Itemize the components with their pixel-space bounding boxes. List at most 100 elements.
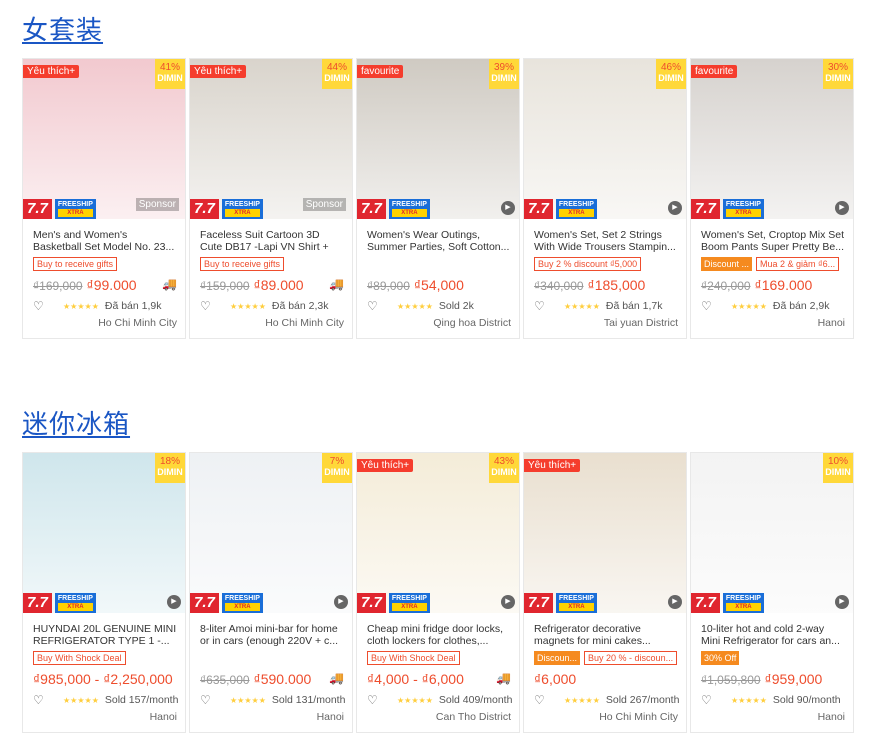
freeship-text: FREESHIP [224,201,260,208]
product-image[interactable]: 46% DIMIN 7.7 FREESHIP XTRA ▶ [524,59,686,219]
discount-percent: 39% [493,62,514,73]
shop-location: Can Tho District [435,711,511,723]
original-price: ₫240,000 [701,279,751,293]
video-play-icon[interactable]: ▶ [835,201,849,215]
rating-line: ♡ ★★★★★ Đã bán 1,7k [534,299,686,313]
product-card[interactable]: Yêu thích+ 7.7 FREESHIP XTRA ▶ Refrigerator d… [523,452,687,733]
freeship-label: FREESHIP XTRA [722,593,764,613]
price-line: ₫4,000 - ₫6,000 🚚 [367,671,519,687]
product-card[interactable]: favourite 39% DIMIN 7.7 FREESHIP XTRA ▶ Women's… [356,58,520,339]
video-play-icon[interactable]: ▶ [668,201,682,215]
video-play-icon[interactable]: ▶ [501,201,515,215]
product-card[interactable]: 7% DIMIN 7.7 FREESHIP XTRA ▶ 8-liter Amoi mini… [189,452,353,733]
shop-location: Qing hoa District [433,317,511,329]
shop-location: Ho Chi Minh City [599,711,678,723]
promo-badges: Buy With Shock Deal [367,651,519,665]
product-image[interactable]: favourite 30% DIMIN 7.7 FREESHIP XTRA ▶ [691,59,853,219]
product-name[interactable]: 10-liter hot and cold 2-way Mini Refrige… [701,623,845,647]
product-image[interactable]: Yêu thích+ 43% DIMIN 7.7 FREESHIP XTRA ▶ [357,453,519,613]
heart-icon[interactable]: ♡ [534,299,564,313]
original-price: ₫340,000 [534,279,584,293]
sold-count: Sold 157/month [104,694,179,706]
promo-banner: 7.7 FREESHIP XTRA [524,593,686,613]
product-name[interactable]: Refrigerator decorative magnets for mini… [534,623,678,647]
heart-icon[interactable]: ♡ [200,299,230,313]
freeship-text: FREESHIP [725,201,761,208]
sale-label: 7.7 [190,593,219,613]
product-name[interactable]: 8-liter Amoi mini-bar for home or in car… [200,623,344,647]
heart-icon[interactable]: ♡ [701,299,731,313]
video-play-icon[interactable]: ▶ [334,595,348,609]
video-play-icon[interactable]: ▶ [668,595,682,609]
product-name[interactable]: Faceless Suit Cartoon 3D Cute DB17 -Lapi… [200,229,344,253]
original-price: ₫635,000 [200,673,250,687]
sold-count: Sold 267/month [605,694,680,706]
discount-badge: 7% DIMIN [322,453,352,483]
product-image[interactable]: Yêu thích+ 7.7 FREESHIP XTRA ▶ [524,453,686,613]
shop-location: Hanoi [316,711,344,723]
discount-badge: 10% DIMIN [823,453,853,483]
product-name[interactable]: HUYNDAI 20L GENUINE MINI REFRIGERATOR TY… [33,623,177,647]
product-name[interactable]: Women's Set, Croptop Mix Set Boom Pants … [701,229,845,253]
sale-label: 7.7 [691,199,720,219]
freeship-label: FREESHIP XTRA [722,199,764,219]
freeship-label: FREESHIP XTRA [221,199,263,219]
discount-badge: 41% DIMIN [155,59,185,89]
promo-badges: Buy With Shock Deal [33,651,185,665]
product-image[interactable]: 7% DIMIN 7.7 FREESHIP XTRA ▶ [190,453,352,613]
freeship-text: FREESHIP [558,595,594,602]
product-image[interactable]: Yêu thích+ 41% DIMIN 7.7 FREESHIP XTRA Sponsor [23,59,185,219]
heart-icon[interactable]: ♡ [33,693,63,707]
freeship-label: FREESHIP XTRA [388,199,430,219]
freeship-label: FREESHIP XTRA [555,199,597,219]
promo-badge: Buy to receive gifts [33,257,118,271]
discount-percent: 18% [159,456,180,467]
section-title-2[interactable]: 迷你冰箱 [22,404,130,441]
rating-line: ♡ ★★★★★ Đã bán 2,9k [701,299,853,313]
video-play-icon[interactable]: ▶ [167,595,181,609]
favourite-tag: Yêu thích+ [23,65,80,78]
shop-location: Hanoi [149,711,177,723]
heart-icon[interactable]: ♡ [534,693,564,707]
sale-label: 7.7 [23,593,52,613]
product-card[interactable]: Yêu thích+ 43% DIMIN 7.7 FREESHIP XTRA ▶ Cheap … [356,452,520,733]
heart-icon[interactable]: ♡ [367,693,397,707]
product-name[interactable]: Men's and Women's Basketball Set Model N… [33,229,177,253]
product-photo [524,453,686,613]
product-card[interactable]: Yêu thích+ 41% DIMIN 7.7 FREESHIP XTRA Sponsor… [22,58,186,339]
product-card[interactable]: 46% DIMIN 7.7 FREESHIP XTRA ▶ Women's Set, Set… [523,58,687,339]
product-image[interactable]: 18% DIMIN 7.7 FREESHIP XTRA ▶ [23,453,185,613]
rating-line: ♡ ★★★★★ Sold 267/month [534,693,686,707]
xtra-text: XTRA [391,603,427,611]
star-rating: ★★★★★ [63,695,99,705]
star-rating: ★★★★★ [731,301,767,311]
product-image[interactable]: 10% DIMIN 7.7 FREESHIP XTRA ▶ [691,453,853,613]
free-shipping-icon: 🚚 [329,671,344,685]
promo-banner: 7.7 FREESHIP XTRA [357,199,519,219]
product-image[interactable]: favourite 39% DIMIN 7.7 FREESHIP XTRA ▶ [357,59,519,219]
product-card[interactable]: 10% DIMIN 7.7 FREESHIP XTRA ▶ 10-liter hot and… [690,452,854,733]
product-card[interactable]: 18% DIMIN 7.7 FREESHIP XTRA ▶ HUYNDAI 20L GENU… [22,452,186,733]
heart-icon[interactable]: ♡ [701,693,731,707]
product-name[interactable]: Women's Set, Set 2 Strings With Wide Tro… [534,229,678,253]
sale-label: 7.7 [524,199,553,219]
product-card[interactable]: favourite 30% DIMIN 7.7 FREESHIP XTRA ▶ Women's… [690,58,854,339]
discount-percent: 10% [827,456,848,467]
promo-badges: Buy 2 % discount ₫5,000 [534,257,686,271]
section-title-1[interactable]: 女套装 [22,10,103,47]
heart-icon[interactable]: ♡ [33,299,63,313]
heart-icon[interactable]: ♡ [367,299,397,313]
sale-price: ₫54,000 [413,277,464,293]
product-card[interactable]: Yêu thích+ 44% DIMIN 7.7 FREESHIP XTRA Sponsor… [189,58,353,339]
star-rating: ★★★★★ [731,695,767,705]
discount-label: DIMIN [324,467,350,477]
product-name[interactable]: Cheap mini fridge door locks, cloth lock… [367,623,511,647]
heart-icon[interactable]: ♡ [200,693,230,707]
product-name[interactable]: Women's Wear Outings, Summer Parties, So… [367,229,511,253]
sold-count: Sold 90/month [772,694,841,706]
video-play-icon[interactable]: ▶ [835,595,849,609]
product-image[interactable]: Yêu thích+ 44% DIMIN 7.7 FREESHIP XTRA Sponsor [190,59,352,219]
freeship-text: FREESHIP [224,595,260,602]
favourite-tag: favourite [691,65,738,78]
video-play-icon[interactable]: ▶ [501,595,515,609]
